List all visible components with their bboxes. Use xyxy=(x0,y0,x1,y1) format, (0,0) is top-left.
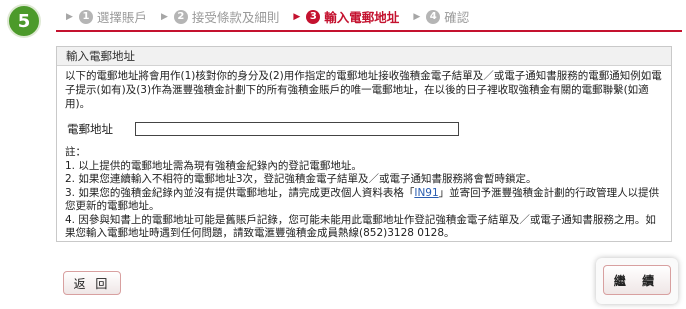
panel-title: 輸入電郵地址 xyxy=(57,47,671,66)
step-arrow-icon: ▶ xyxy=(66,11,73,22)
form-in91-link[interactable]: IN91 xyxy=(414,187,438,199)
notes: 註： 1. 以上提供的電郵地址需為現有強積金紀錄內的登記電郵地址。 2. 如果您… xyxy=(57,137,671,241)
step-4: ▶ 4 確認 xyxy=(413,7,469,26)
step-number-icon: 2 xyxy=(173,9,188,24)
step-2: ▶ 2 接受條款及細則 xyxy=(161,7,279,26)
email-label: 電郵地址 xyxy=(67,122,113,136)
continue-button[interactable]: 繼 續 xyxy=(603,265,671,295)
step-label: 接受條款及細則 xyxy=(191,10,280,25)
step-1: ▶ 1 選擇賬戶 xyxy=(66,7,147,26)
note-4: 4. 因參與知書上的電郵地址可能是舊賬戶記錄，您可能未能用此電郵地址作登記強積金… xyxy=(65,213,656,240)
note-2: 2. 如果您連續輸入不相符的電郵地址3次，登記強積金電子結單及／或電子通知書服務… xyxy=(65,173,537,185)
email-field-row: 電郵地址 xyxy=(67,121,671,137)
email-panel: 輸入電郵地址 以下的電郵地址將會用作(1)核對你的身分及(2)用作指定的電郵地址… xyxy=(56,46,672,242)
step-number-icon: 3 xyxy=(306,9,321,24)
step-label: 選擇賬戶 xyxy=(96,10,147,25)
email-input[interactable] xyxy=(135,122,459,136)
notes-heading: 註： xyxy=(65,146,86,158)
intro-text: 以下的電郵地址將會用作(1)核對你的身分及(2)用作指定的電郵地址接收強積金電子… xyxy=(65,70,662,110)
note-3: 3. 如果您的強積金紀錄內並沒有提供電郵地址，請完成更改個人資料表格「IN91」… xyxy=(65,187,665,214)
step-label: 輸入電郵地址 xyxy=(324,10,400,25)
note-3-text: 3. 如果您的強積金紀錄內並沒有提供電郵地址，請完成更改個人資料表格「 xyxy=(65,186,415,199)
step-arrow-icon: ▶ xyxy=(413,11,421,22)
back-button[interactable]: 返 回 xyxy=(63,271,121,295)
step-label: 確認 xyxy=(444,10,470,25)
step-number-icon: 4 xyxy=(426,9,441,24)
step-number-icon: 1 xyxy=(78,9,93,24)
header-divider xyxy=(56,30,682,32)
progress-steps: ▶ 1 選擇賬戶 ▶ 2 接受條款及細則 ▶ 3 輸入電郵地址 ▶ 4 確認 xyxy=(66,7,483,26)
note-1: 1. 以上提供的電郵地址需為現有強積金紀錄內的登記電郵地址。 xyxy=(65,159,362,172)
step-3-current: ▶ 3 輸入電郵地址 xyxy=(293,7,399,26)
step-arrow-icon: ▶ xyxy=(293,11,301,22)
step-arrow-icon: ▶ xyxy=(160,11,168,22)
step-number-badge: 5 xyxy=(7,4,41,38)
